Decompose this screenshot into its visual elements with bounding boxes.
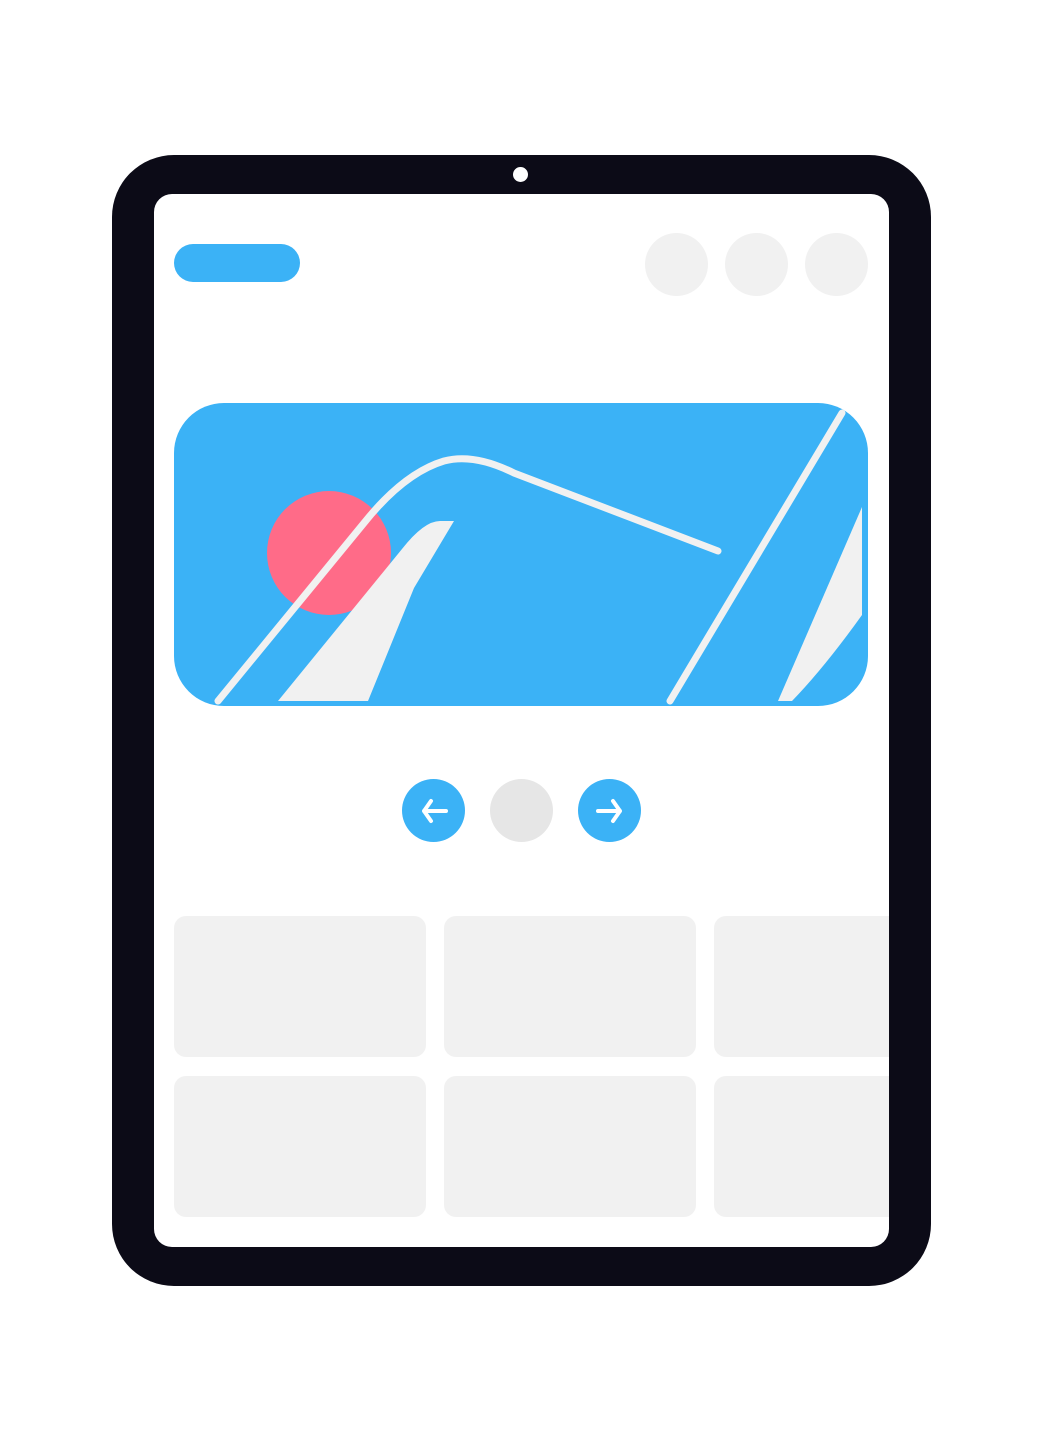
- prev-slide-button[interactable]: [402, 779, 465, 842]
- content-card[interactable]: [444, 916, 696, 1057]
- hero-illustration: [214, 409, 862, 705]
- header-icon-group: [645, 233, 868, 296]
- content-card[interactable]: [714, 1076, 889, 1217]
- content-card[interactable]: [444, 1076, 696, 1217]
- next-slide-button[interactable]: [578, 779, 641, 842]
- slide-pager: [402, 779, 641, 842]
- logo-placeholder[interactable]: [174, 244, 300, 282]
- arrow-left-icon: [421, 798, 448, 823]
- tablet-frame: [112, 155, 931, 1286]
- slide-indicator[interactable]: [490, 779, 553, 842]
- content-card[interactable]: [174, 1076, 426, 1217]
- header-icon-1[interactable]: [645, 233, 708, 296]
- tablet-screen: [154, 194, 889, 1247]
- content-card[interactable]: [714, 916, 889, 1057]
- camera-icon: [513, 167, 528, 182]
- header-icon-2[interactable]: [725, 233, 788, 296]
- content-card[interactable]: [174, 916, 426, 1057]
- header-icon-3[interactable]: [805, 233, 868, 296]
- content-card-grid: [174, 916, 889, 1217]
- hero-slide[interactable]: [174, 403, 868, 706]
- arrow-right-icon: [595, 798, 622, 823]
- hero-right-wedge: [778, 507, 862, 701]
